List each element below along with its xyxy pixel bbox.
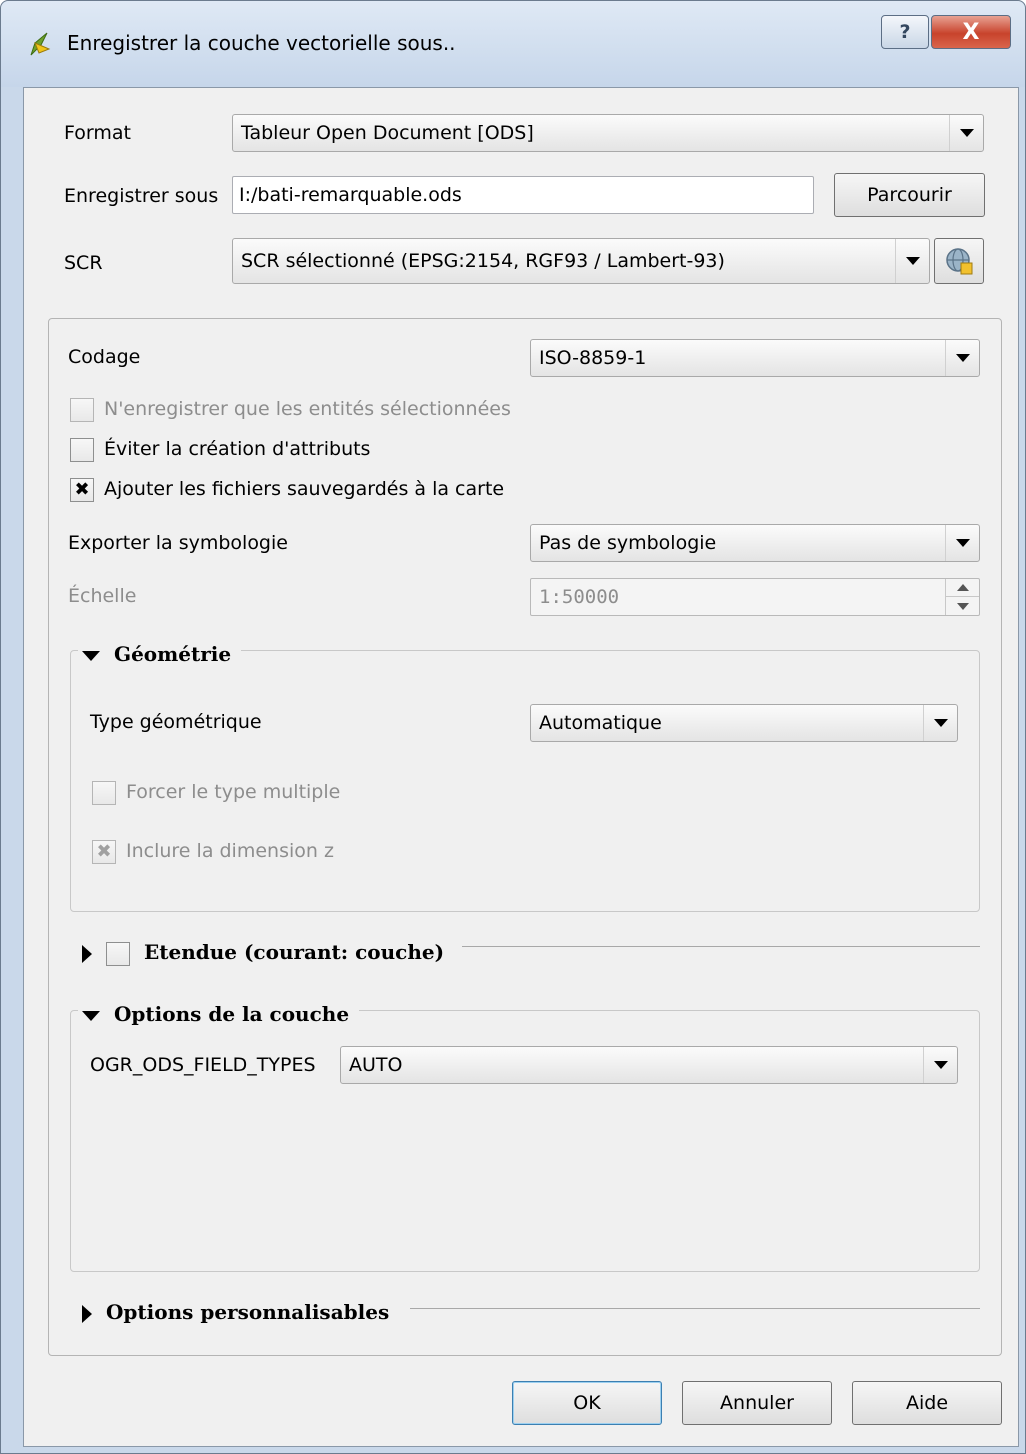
- scale-label: Échelle: [68, 585, 137, 607]
- field-types-label: OGR_ODS_FIELD_TYPES: [90, 1054, 316, 1076]
- help-title-button[interactable]: ?: [881, 15, 929, 49]
- scr-label: SCR: [64, 252, 103, 274]
- crs-selector-button[interactable]: [934, 238, 984, 284]
- scale-value: 1:50000: [539, 586, 620, 608]
- skip-attributes-checkbox[interactable]: [70, 438, 94, 462]
- close-button[interactable]: X: [931, 15, 1011, 49]
- spin-up-icon[interactable]: [946, 579, 979, 597]
- globe-icon: [946, 248, 973, 275]
- field-types-combo[interactable]: AUTO: [340, 1046, 958, 1084]
- window-title: Enregistrer la couche vectorielle sous..: [67, 31, 456, 55]
- save-as-input[interactable]: I:/bati-remarquable.ods: [232, 176, 814, 214]
- geometry-type-combo[interactable]: Automatique: [530, 704, 958, 742]
- extent-section-header[interactable]: Etendue (courant: couche): [78, 940, 457, 966]
- extent-checkbox[interactable]: [106, 941, 130, 966]
- geometry-title: Géométrie: [114, 642, 232, 666]
- symbology-label: Exporter la symbologie: [68, 532, 288, 554]
- extent-divider: [462, 946, 980, 947]
- chevron-down-icon: [949, 115, 983, 151]
- codage-label: Codage: [68, 346, 141, 368]
- cancel-button[interactable]: Annuler: [682, 1381, 832, 1425]
- scr-value: SCR sélectionné (EPSG:2154, RGF93 / Lamb…: [241, 250, 725, 272]
- close-icon: X: [962, 19, 980, 45]
- selected-only-checkbox[interactable]: [70, 398, 94, 422]
- chevron-down-icon: [945, 340, 979, 376]
- scr-combo[interactable]: SCR sélectionné (EPSG:2154, RGF93 / Lamb…: [232, 238, 930, 284]
- add-to-map-label: Ajouter les fichiers sauvegardés à la ca…: [104, 478, 505, 500]
- spin-down-icon[interactable]: [946, 597, 979, 615]
- browse-button[interactable]: Parcourir: [834, 173, 985, 217]
- custom-options-section-header[interactable]: Options personnalisables: [78, 1300, 400, 1324]
- geometry-type-value: Automatique: [539, 712, 662, 734]
- skip-attributes-label: Éviter la création d'attributs: [104, 438, 371, 460]
- title-bar: Enregistrer la couche vectorielle sous..…: [1, 1, 1025, 87]
- format-label: Format: [64, 122, 131, 144]
- help-button[interactable]: Aide: [852, 1381, 1002, 1425]
- custom-options-divider: [410, 1308, 980, 1309]
- custom-options-title: Options personnalisables: [106, 1300, 390, 1324]
- format-combo[interactable]: Tableur Open Document [ODS]: [232, 114, 984, 152]
- add-to-map-checkbox[interactable]: ✖: [70, 478, 94, 502]
- spin-buttons: [945, 579, 979, 615]
- expand-triangle-icon: [82, 944, 92, 963]
- save-as-label: Enregistrer sous: [64, 185, 219, 207]
- geometry-type-label: Type géométrique: [90, 711, 262, 733]
- chevron-down-icon: [923, 1047, 957, 1083]
- ok-button[interactable]: OK: [512, 1381, 662, 1425]
- symbology-combo[interactable]: Pas de symbologie: [530, 524, 980, 562]
- expand-triangle-icon: [82, 1304, 92, 1323]
- codage-value: ISO-8859-1: [539, 347, 647, 369]
- force-multi-label: Forcer le type multiple: [126, 781, 341, 803]
- symbology-value: Pas de symbologie: [539, 532, 717, 554]
- question-icon: ?: [899, 21, 911, 43]
- extent-title: Etendue (courant: couche): [144, 940, 445, 964]
- chevron-down-icon: [895, 239, 929, 283]
- selected-only-label: N'enregistrer que les entités sélectionn…: [104, 398, 511, 420]
- scale-spinbox[interactable]: 1:50000: [530, 578, 980, 616]
- include-z-checkbox[interactable]: ✖: [92, 840, 116, 864]
- format-value: Tableur Open Document [ODS]: [241, 122, 534, 144]
- field-types-value: AUTO: [349, 1054, 403, 1076]
- collapse-triangle-icon: [82, 1010, 100, 1021]
- chevron-down-icon: [945, 525, 979, 561]
- include-z-label: Inclure la dimension z: [126, 840, 334, 862]
- force-multi-checkbox[interactable]: [92, 781, 116, 805]
- collapse-triangle-icon: [82, 650, 100, 661]
- codage-combo[interactable]: ISO-8859-1: [530, 339, 980, 377]
- layer-options-title: Options de la couche: [114, 1002, 350, 1026]
- geometry-section-header[interactable]: Géométrie: [78, 642, 242, 666]
- qgis-logo-icon: [30, 32, 51, 56]
- layer-options-section-header[interactable]: Options de la couche: [78, 1002, 360, 1026]
- chevron-down-icon: [923, 705, 957, 741]
